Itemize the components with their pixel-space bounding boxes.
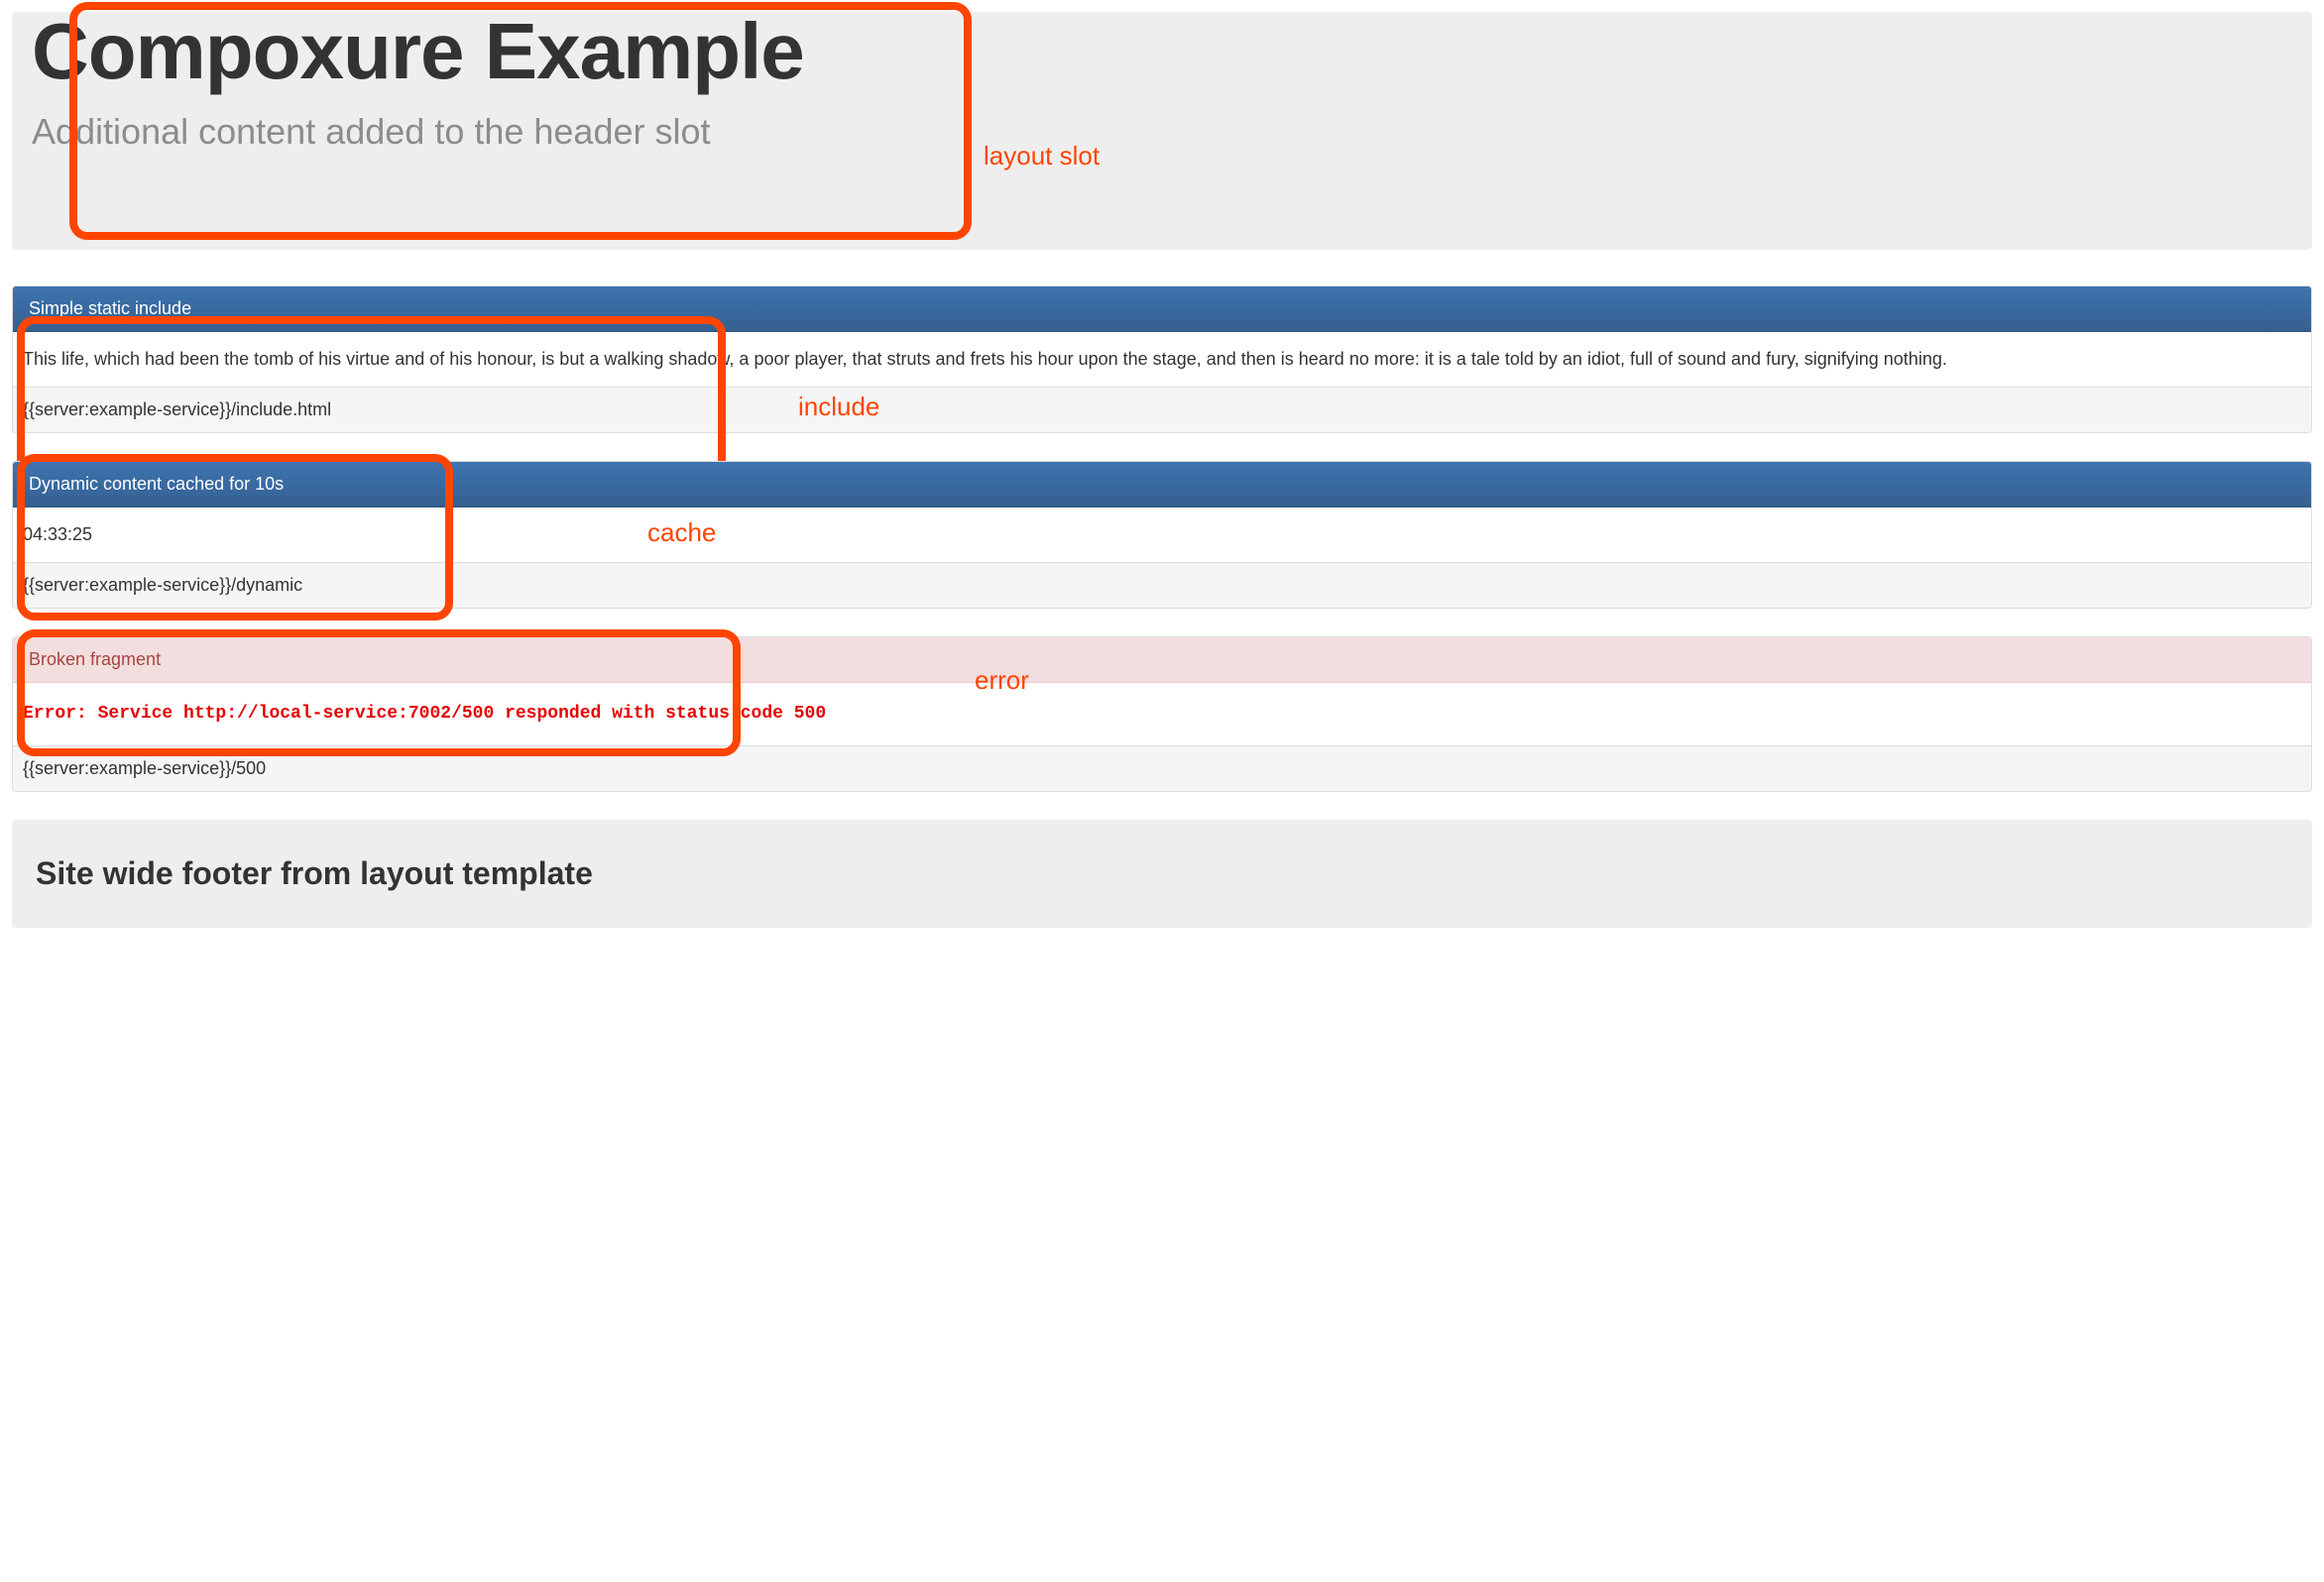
annotation-label-include: include bbox=[798, 392, 879, 422]
page-title: Compoxure Example bbox=[32, 12, 2292, 91]
panel-heading-broken: Broken fragment bbox=[13, 637, 2311, 683]
panel-heading-dynamic: Dynamic content cached for 10s bbox=[13, 462, 2311, 508]
panel-body-static: This life, which had been the tomb of hi… bbox=[13, 332, 2311, 387]
panel-heading-static: Simple static include bbox=[13, 286, 2311, 332]
panel-static-include: Simple static include This life, which h… bbox=[12, 285, 2312, 433]
annotation-label-error: error bbox=[975, 665, 1029, 696]
panel-footer-broken: {{server:example-service}}/500 bbox=[13, 745, 2311, 791]
footer-text: Site wide footer from layout template bbox=[36, 855, 2288, 892]
panel-footer-static: {{server:example-service}}/include.html bbox=[13, 387, 2311, 432]
panel-broken-fragment: Broken fragment Error: Service http://lo… bbox=[12, 636, 2312, 792]
page-subtitle: Additional content added to the header s… bbox=[32, 111, 2292, 153]
annotation-label-slot: layout slot bbox=[984, 141, 1100, 171]
header-well: Compoxure Example Additional content add… bbox=[12, 12, 2312, 250]
annotation-label-cache: cache bbox=[647, 517, 716, 548]
panel-body-dynamic: 04:33:25 bbox=[13, 508, 2311, 562]
footer-well: Site wide footer from layout template bbox=[12, 820, 2312, 928]
panel-dynamic-cache: Dynamic content cached for 10s 04:33:25 … bbox=[12, 461, 2312, 609]
panel-footer-dynamic: {{server:example-service}}/dynamic bbox=[13, 562, 2311, 608]
panel-body-broken: Error: Service http://local-service:7002… bbox=[13, 683, 2311, 745]
